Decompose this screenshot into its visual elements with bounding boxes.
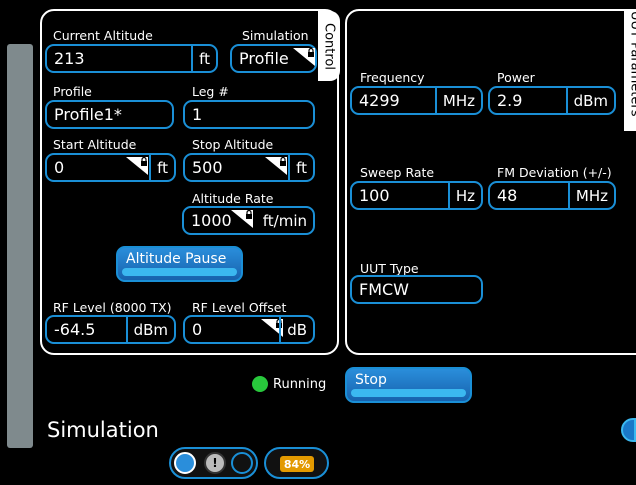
rf-level-offset-unit: dB bbox=[279, 317, 313, 342]
power-value: 2.9 bbox=[497, 91, 523, 110]
power-label: Power bbox=[497, 70, 535, 85]
altitude-rate-unit: ft/min bbox=[262, 211, 307, 230]
button-highlight bbox=[351, 389, 466, 397]
leg-field[interactable]: 1 bbox=[183, 100, 315, 129]
frequency-field[interactable]: 4299 MHz bbox=[350, 86, 483, 115]
clock-icon[interactable] bbox=[231, 452, 253, 474]
stop-label: Stop bbox=[355, 372, 387, 388]
current-altitude-field[interactable]: 213 ft bbox=[45, 44, 218, 73]
tab-uut-parameters-label: UUT Parameters bbox=[627, 11, 636, 117]
simulation-select[interactable]: Profile bbox=[230, 44, 317, 73]
stop-altitude-label: Stop Altitude bbox=[192, 137, 274, 152]
battery-pill[interactable]: 84% bbox=[264, 447, 329, 479]
tab-uut-parameters[interactable]: UUT Parameters bbox=[624, 11, 636, 131]
button-highlight bbox=[122, 268, 237, 276]
lock-icon bbox=[126, 157, 148, 175]
running-status-icon bbox=[252, 376, 268, 392]
stop-altitude-value: 500 bbox=[192, 158, 223, 177]
altitude-rate-value: 1000 bbox=[191, 211, 232, 230]
stop-button[interactable]: Stop bbox=[345, 367, 472, 403]
stop-altitude-unit: ft bbox=[288, 155, 313, 180]
uut-type-value: FMCW bbox=[359, 280, 409, 299]
altitude-pause-label: Altitude Pause bbox=[126, 251, 227, 267]
current-altitude-unit: ft bbox=[191, 46, 216, 71]
leg-value: 1 bbox=[192, 105, 203, 124]
rf-level-field[interactable]: -64.5 dBm bbox=[45, 315, 176, 344]
rf-level-offset-label: RF Level Offset bbox=[192, 300, 287, 315]
leg-label: Leg # bbox=[192, 84, 229, 99]
collapse-icon[interactable] bbox=[621, 418, 636, 442]
frequency-unit: MHz bbox=[434, 88, 481, 113]
profile-label: Profile bbox=[53, 84, 92, 99]
sweep-rate-unit: Hz bbox=[447, 183, 481, 208]
start-altitude-unit: ft bbox=[149, 155, 174, 180]
altitude-pause-button[interactable]: Altitude Pause bbox=[116, 246, 243, 282]
uut-type-field[interactable]: FMCW bbox=[350, 275, 483, 304]
mode-control-pill[interactable]: ! bbox=[169, 447, 258, 479]
power-field[interactable]: 2.9 dBm bbox=[488, 86, 616, 115]
left-side-rail[interactable] bbox=[7, 44, 33, 448]
frequency-value: 4299 bbox=[359, 91, 400, 110]
altitude-rate-label: Altitude Rate bbox=[192, 191, 274, 206]
screen-title: Simulation bbox=[47, 418, 159, 442]
lock-icon bbox=[293, 48, 315, 66]
rf-level-unit: dBm bbox=[125, 317, 174, 342]
lock-icon bbox=[265, 157, 287, 175]
profile-value: Profile1* bbox=[54, 105, 122, 124]
stop-altitude-field[interactable]: 500 ft bbox=[183, 153, 315, 182]
fm-deviation-field[interactable]: 48 MHz bbox=[488, 181, 616, 210]
rf-level-offset-field[interactable]: 0 dB bbox=[183, 315, 315, 344]
uut-type-label: UUT Type bbox=[360, 261, 419, 276]
tab-control[interactable]: Control bbox=[318, 11, 340, 81]
altitude-rate-field[interactable]: 1000 ft/min bbox=[182, 206, 315, 235]
simulation-value: Profile bbox=[239, 49, 289, 68]
sweep-rate-label: Sweep Rate bbox=[360, 165, 435, 180]
rf-level-value: -64.5 bbox=[54, 320, 96, 339]
battery-percent: 84% bbox=[283, 457, 311, 471]
running-status-text: Running bbox=[273, 377, 327, 392]
current-altitude-value: 213 bbox=[54, 49, 85, 68]
simulation-label: Simulation bbox=[242, 28, 309, 43]
rf-level-offset-value: 0 bbox=[192, 320, 203, 339]
fm-deviation-label: FM Deviation (+/-) bbox=[497, 165, 612, 180]
sweep-rate-field[interactable]: 100 Hz bbox=[350, 181, 483, 210]
rf-level-label: RF Level (8000 TX) bbox=[53, 300, 172, 315]
fm-deviation-unit: MHz bbox=[567, 183, 614, 208]
battery-icon: 84% bbox=[280, 456, 314, 472]
frequency-label: Frequency bbox=[360, 70, 425, 85]
power-unit: dBm bbox=[565, 88, 614, 113]
info-icon[interactable]: ! bbox=[204, 452, 226, 474]
start-altitude-value: 0 bbox=[54, 158, 65, 177]
lock-icon bbox=[231, 210, 253, 228]
power-icon[interactable] bbox=[174, 452, 196, 474]
sweep-rate-value: 100 bbox=[359, 186, 390, 205]
start-altitude-label: Start Altitude bbox=[53, 137, 137, 152]
start-altitude-field[interactable]: 0 ft bbox=[45, 153, 176, 182]
profile-field[interactable]: Profile1* bbox=[45, 100, 174, 129]
current-altitude-label: Current Altitude bbox=[53, 28, 153, 43]
fm-deviation-value: 48 bbox=[497, 186, 518, 205]
